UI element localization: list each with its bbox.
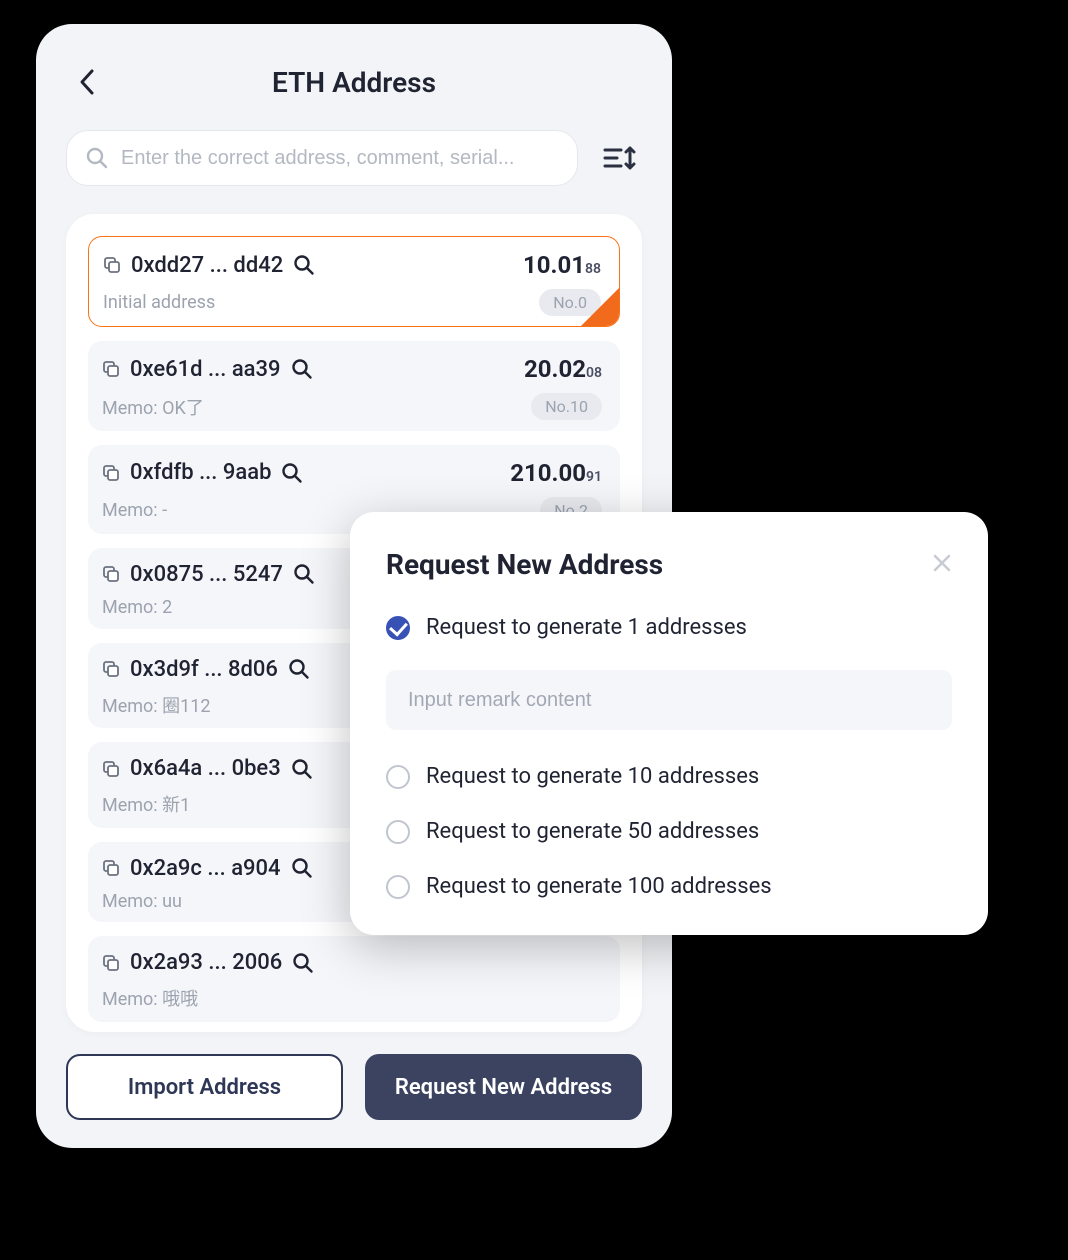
search-input[interactable] [121, 147, 559, 170]
generate-option-label: Request to generate 100 addresses [426, 874, 772, 899]
address-text: 0x2a93 ... 2006 [130, 950, 282, 975]
remark-input[interactable] [386, 670, 952, 730]
copy-icon[interactable] [103, 256, 121, 274]
copy-icon[interactable] [102, 565, 120, 583]
search-address-icon[interactable] [293, 563, 315, 585]
address-row-meta: Memo: 哦哦 [102, 985, 602, 1011]
copy-icon[interactable] [102, 954, 120, 972]
search-icon [85, 146, 109, 170]
address-memo: Memo: 圈112 [102, 692, 210, 718]
address-balance: 210.0091 [510, 459, 602, 487]
address-memo: Memo: uu [102, 891, 182, 912]
address-text: 0xdd27 ... dd42 [131, 253, 283, 278]
search-address-icon[interactable] [292, 952, 314, 974]
radio-icon [386, 820, 410, 844]
search-address-icon[interactable] [293, 254, 315, 276]
address-row-main: 0xdd27 ... dd42 10.0188 [103, 251, 601, 279]
generate-option[interactable]: Request to generate 50 addresses [386, 819, 952, 844]
address-row-main: 0x2a93 ... 2006 [102, 950, 602, 975]
address-text: 0x6a4a ... 0be3 [130, 756, 281, 781]
address-card[interactable]: 0xdd27 ... dd42 10.0188 Initial address No.… [88, 236, 620, 327]
generate-option[interactable]: Request to generate 1 addresses [386, 615, 952, 640]
address-memo: Memo: - [102, 500, 167, 521]
generate-option-label: Request to generate 50 addresses [426, 819, 759, 844]
back-button[interactable] [78, 68, 96, 96]
close-icon [932, 553, 952, 573]
generate-option[interactable]: Request to generate 100 addresses [386, 874, 952, 899]
address-balance: 10.0188 [523, 251, 601, 279]
address-card[interactable]: 0x2a93 ... 2006 Memo: 哦哦 [88, 936, 620, 1022]
address-row-main: 0xe61d ... aa39 20.0208 [102, 355, 602, 383]
footer-buttons: Import Address Request New Address [66, 1054, 642, 1120]
search-address-icon[interactable] [291, 857, 313, 879]
copy-icon[interactable] [102, 660, 120, 678]
address-text: 0x3d9f ... 8d06 [130, 657, 278, 682]
address-balance: 20.0208 [524, 355, 602, 383]
address-text: 0xfdfb ... 9aab [130, 460, 271, 485]
address-memo: Memo: 2 [102, 597, 172, 618]
search-address-icon[interactable] [291, 358, 313, 380]
address-index-badge: No.10 [531, 393, 602, 420]
request-address-modal: Request New Address Request to generate … [350, 512, 988, 935]
search-box[interactable] [66, 130, 578, 186]
request-new-address-button[interactable]: Request New Address [365, 1054, 642, 1120]
address-memo: Memo: OK了 [102, 394, 204, 420]
generate-option-label: Request to generate 10 addresses [426, 764, 759, 789]
search-address-icon[interactable] [291, 758, 313, 780]
modal-close-button[interactable] [932, 553, 952, 577]
sort-button[interactable] [598, 136, 642, 180]
copy-icon[interactable] [102, 859, 120, 877]
sort-icon [603, 144, 637, 172]
search-address-icon[interactable] [281, 462, 303, 484]
address-row-meta: Initial address No.0 [103, 289, 601, 316]
modal-header: Request New Address [386, 548, 952, 581]
address-row-meta: Memo: OK了 No.10 [102, 393, 602, 420]
import-address-button[interactable]: Import Address [66, 1054, 343, 1120]
page-title: ETH Address [272, 66, 436, 99]
generate-option-label: Request to generate 1 addresses [426, 615, 747, 640]
search-row [66, 130, 642, 186]
copy-icon[interactable] [102, 760, 120, 778]
radio-checked-icon [386, 616, 410, 640]
search-address-icon[interactable] [288, 658, 310, 680]
address-row-main: 0xfdfb ... 9aab 210.0091 [102, 459, 602, 487]
modal-options: Request to generate 1 addresses Request t… [386, 615, 952, 899]
address-text: 0x2a9c ... a904 [130, 856, 281, 881]
radio-icon [386, 875, 410, 899]
address-text: 0xe61d ... aa39 [130, 357, 281, 382]
copy-icon[interactable] [102, 464, 120, 482]
generate-option[interactable]: Request to generate 10 addresses [386, 764, 952, 789]
modal-title: Request New Address [386, 548, 663, 581]
address-card[interactable]: 0xe61d ... aa39 20.0208 Memo: OK了 No.10 [88, 341, 620, 430]
address-memo: Initial address [103, 292, 215, 313]
address-memo: Memo: 哦哦 [102, 985, 198, 1011]
copy-icon[interactable] [102, 360, 120, 378]
radio-icon [386, 765, 410, 789]
chevron-left-icon [78, 68, 96, 96]
header: ETH Address [66, 52, 642, 112]
address-memo: Memo: 新1 [102, 791, 190, 817]
address-text: 0x0875 ... 5247 [130, 562, 283, 587]
address-index-badge: No.0 [539, 289, 601, 316]
